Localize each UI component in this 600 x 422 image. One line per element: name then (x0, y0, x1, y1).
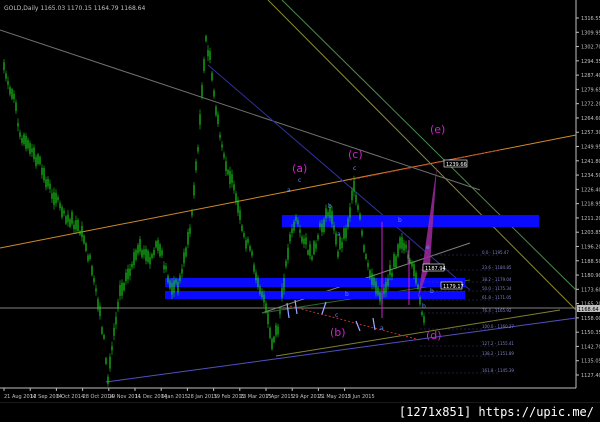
svg-text:1239.66: 1239.66 (446, 162, 467, 168)
price-tick-label: 1127.40 (581, 373, 600, 379)
price-box-mid2[interactable]: 1179.17 (440, 281, 464, 290)
svg-text:e: e (426, 244, 430, 251)
price-tick-label: 1180.90 (581, 273, 600, 279)
price-tick-label: 1196.20 (581, 244, 600, 250)
svg-text:b: b (328, 203, 332, 210)
fib-level-label: 0.0 - 1195.47 (482, 250, 509, 255)
chart-title: GOLD,Daily 1165.03 1170.15 1164.79 1168.… (4, 5, 145, 12)
svg-text:1187.94: 1187.94 (425, 266, 446, 272)
price-box-top[interactable]: 1239.66 (443, 159, 468, 168)
svg-text:b: b (430, 288, 434, 295)
price-tick-label: 1241.80 (581, 159, 600, 165)
wave-label-b: (b) (330, 326, 346, 339)
price-box-mid1[interactable]: 1187.94 (422, 263, 446, 272)
price-tick-label: 1150.35 (581, 330, 600, 336)
current-price-label: 1168.64 (578, 307, 599, 313)
price-tick-label: 1264.60 (581, 116, 600, 122)
price-chart[interactable]: GOLD,Daily 1165.03 1170.15 1164.79 1168.… (0, 0, 600, 402)
footer-watermark: [1271x851] https://upic.me/ (398, 405, 594, 419)
price-tick-label: 1211.20 (581, 216, 600, 222)
time-tick-label: 6 Oct 2014 (56, 394, 84, 400)
price-tick-label: 1218.95 (581, 202, 600, 208)
fib-level-label: 23.6 - 1184.85 (482, 265, 512, 270)
svg-text:c: c (335, 312, 338, 319)
wave-label-a: (a) (292, 162, 307, 175)
wave-label-d: (d) (426, 329, 442, 342)
price-tick-label: 1279.65 (581, 87, 600, 93)
footer-bar: [1271x851] https://upic.me/ (0, 402, 600, 422)
price-tick-label: 1272.20 (581, 102, 600, 108)
price-tick-label: 1302.70 (581, 45, 600, 51)
price-tick-label: 1234.50 (581, 173, 600, 179)
price-tick-label: 1294.35 (581, 59, 600, 65)
wave-label-c: (c) (348, 148, 363, 161)
price-tick-label: 1158.00 (581, 316, 600, 322)
svg-text:b: b (345, 291, 349, 298)
price-tick-label: 1257.30 (581, 130, 600, 136)
fib-level-label: 127.2 - 1155.41 (482, 341, 514, 346)
fib-level-label: 76.4 - 1165.92 (482, 308, 512, 313)
time-tick-label: 12 Jun 2015 (345, 394, 375, 400)
svg-text:c: c (298, 177, 301, 184)
price-tick-label: 1188.50 (581, 259, 600, 265)
wave-label-e: (e) (430, 123, 445, 136)
time-tick-label: 6 Jan 2015 (161, 394, 188, 400)
price-tick-label: 1142.70 (581, 344, 600, 350)
svg-text:a: a (380, 325, 384, 332)
svg-text:b: b (422, 303, 426, 310)
price-tick-label: 1135.05 (581, 359, 600, 365)
price-tick-label: 1203.85 (581, 230, 600, 236)
price-tick-label: 1287.40 (581, 73, 600, 79)
svg-text:b: b (398, 217, 402, 224)
fib-level-label: 100.0 - 1160.27 (482, 324, 514, 329)
price-tick-label: 1173.60 (581, 287, 600, 293)
fib-level-label: 138.2 - 1151.89 (482, 351, 514, 356)
svg-text:1179.17: 1179.17 (443, 284, 464, 290)
svg-text:a: a (337, 231, 341, 238)
svg-text:c: c (353, 165, 356, 172)
fib-level-label: 38.2 - 1179.04 (482, 277, 512, 282)
fib-level-label: 50.0 - 1175.34 (482, 286, 512, 291)
fib-level-label: 161.8 - 1145.39 (482, 368, 514, 373)
price-tick-label: 1226.40 (581, 187, 600, 193)
price-tick-label: 1249.95 (581, 145, 600, 151)
price-tick-label: 1316.55 (581, 16, 600, 22)
fib-level-label: 61.8 - 1171.05 (482, 295, 512, 300)
price-tick-label: 1309.95 (581, 30, 600, 36)
time-tick-label: 7 Apr 2015 (266, 394, 294, 400)
svg-text:a: a (287, 187, 291, 194)
